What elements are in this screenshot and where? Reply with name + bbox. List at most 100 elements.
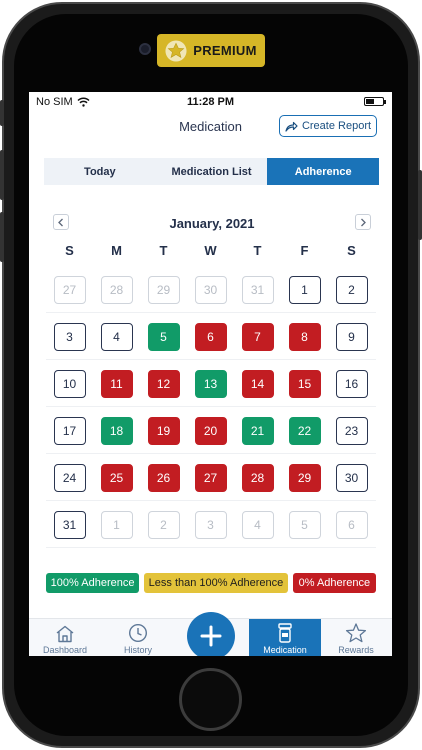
battery-icon [364,97,386,106]
calendar-day[interactable]: 29 [288,463,321,492]
calendar-day-cell: 28 [93,266,140,313]
calendar-day[interactable]: 10 [53,369,86,398]
calendar-day[interactable]: 27 [194,463,227,492]
calendar-day[interactable]: 28 [241,463,274,492]
calendar-day-cell: 1 [281,266,328,313]
calendar-day[interactable]: 11 [100,369,133,398]
mute-switch [0,100,4,126]
calendar-day-cell: 1 [93,501,140,548]
plus-icon [200,625,222,647]
tab-rewards-label: Rewards [338,645,374,655]
calendar-day-cell: 6 [187,313,234,360]
tab-medication[interactable]: Medication [249,619,321,656]
tab-history[interactable]: History [102,619,174,656]
calendar-day-cell: 7 [234,313,281,360]
weekday-label: T [159,243,168,258]
calendar-day-cell: 14 [234,360,281,407]
tab-medication-list[interactable]: Medication List [156,158,268,185]
calendar-day[interactable]: 30 [335,463,368,492]
chevron-right-icon [361,218,366,226]
star-icon [345,623,367,643]
calendar-day-cell: 9 [328,313,375,360]
calendar-day-cell: 31 [46,501,93,548]
calendar-day-cell: 3 [46,313,93,360]
next-month-button[interactable] [355,214,371,230]
calendar-day: 3 [194,510,227,539]
calendar-day-cell: 16 [328,360,375,407]
calendar-day[interactable]: 4 [100,322,133,351]
front-camera [139,43,151,55]
home-button[interactable] [179,668,242,731]
month-navigation: January, 2021 [53,214,371,232]
calendar-day[interactable]: 13 [194,369,227,398]
calendar-day: 30 [194,275,227,304]
calendar-day: 28 [100,275,133,304]
weekday-label: T [253,243,262,258]
legend-zero-adherence: 0% Adherence [292,573,376,593]
calendar-day[interactable]: 7 [241,322,274,351]
status-time: 11:28 PM [186,96,235,108]
calendar-day[interactable]: 14 [241,369,274,398]
calendar-day-cell: 5 [140,313,187,360]
calendar-day[interactable]: 17 [53,416,86,445]
calendar-day-cell: 19 [140,407,187,454]
calendar-day-cell: 4 [234,501,281,548]
calendar-day[interactable]: 2 [335,275,368,304]
calendar-day[interactable]: 15 [288,369,321,398]
calendar-day-cell: 21 [234,407,281,454]
status-bar: No SIM 11:28 PM [29,92,392,112]
calendar-day[interactable]: 22 [288,416,321,445]
calendar-day[interactable]: 23 [335,416,368,445]
calendar-day[interactable]: 20 [194,416,227,445]
calendar-day[interactable]: 8 [288,322,321,351]
calendar-day-cell: 8 [281,313,328,360]
add-medication-button[interactable] [187,612,235,656]
calendar-day[interactable]: 3 [53,322,86,351]
calendar-day-cell: 28 [234,454,281,501]
calendar-day-cell: 29 [140,266,187,313]
tab-today[interactable]: Today [44,158,156,185]
premium-badge[interactable]: PREMIUM [157,34,265,67]
calendar-day[interactable]: 31 [53,510,86,539]
calendar-day-cell: 15 [281,360,328,407]
pill-bottle-icon [278,623,292,643]
calendar-day[interactable]: 1 [288,275,321,304]
calendar-day-cell: 6 [328,501,375,548]
calendar-day-cell: 26 [140,454,187,501]
calendar-day[interactable]: 9 [335,322,368,351]
volume-down-button [0,212,4,262]
calendar-grid: 27 28 29 30 31 1 2 3 4 5 6 7 8 9 10 11 12 13 14 15 16 17 18 19 2… [46,266,376,548]
create-report-button[interactable]: Create Report [279,115,377,137]
adherence-legend: 100% Adherence Less than 100% Adherence … [46,573,376,593]
legend-full-adherence: 100% Adherence [46,573,140,593]
calendar-day[interactable]: 18 [100,416,133,445]
calendar-day-cell: 4 [93,313,140,360]
calendar-day[interactable]: 12 [147,369,180,398]
calendar-day[interactable]: 26 [147,463,180,492]
legend-partial-adherence: Less than 100% Adherence [144,573,288,593]
calendar-day-cell: 31 [234,266,281,313]
calendar-day-cell: 3 [187,501,234,548]
tab-dashboard[interactable]: Dashboard [29,619,101,656]
calendar-day: 31 [241,275,274,304]
tab-dashboard-label: Dashboard [42,645,88,655]
tab-rewards[interactable]: Rewards [320,619,392,656]
calendar-day[interactable]: 19 [147,416,180,445]
tab-adherence[interactable]: Adherence [267,158,380,185]
calendar-day[interactable]: 5 [147,322,180,351]
calendar-day[interactable]: 6 [194,322,227,351]
calendar-week: 27 28 29 30 31 1 2 [46,266,376,313]
calendar-day-cell: 27 [46,266,93,313]
calendar-day[interactable]: 24 [53,463,86,492]
volume-up-button [0,150,4,200]
calendar-day[interactable]: 21 [241,416,274,445]
calendar-day[interactable]: 16 [335,369,368,398]
calendar-day-cell: 10 [46,360,93,407]
calendar-day[interactable]: 25 [100,463,133,492]
weekday-label: M [111,243,122,258]
calendar-day: 4 [241,510,274,539]
weekday-label: F [300,243,309,258]
calendar-day-cell: 18 [93,407,140,454]
calendar-week: 31 1 2 3 4 5 6 [46,501,376,548]
calendar-day-cell: 2 [140,501,187,548]
